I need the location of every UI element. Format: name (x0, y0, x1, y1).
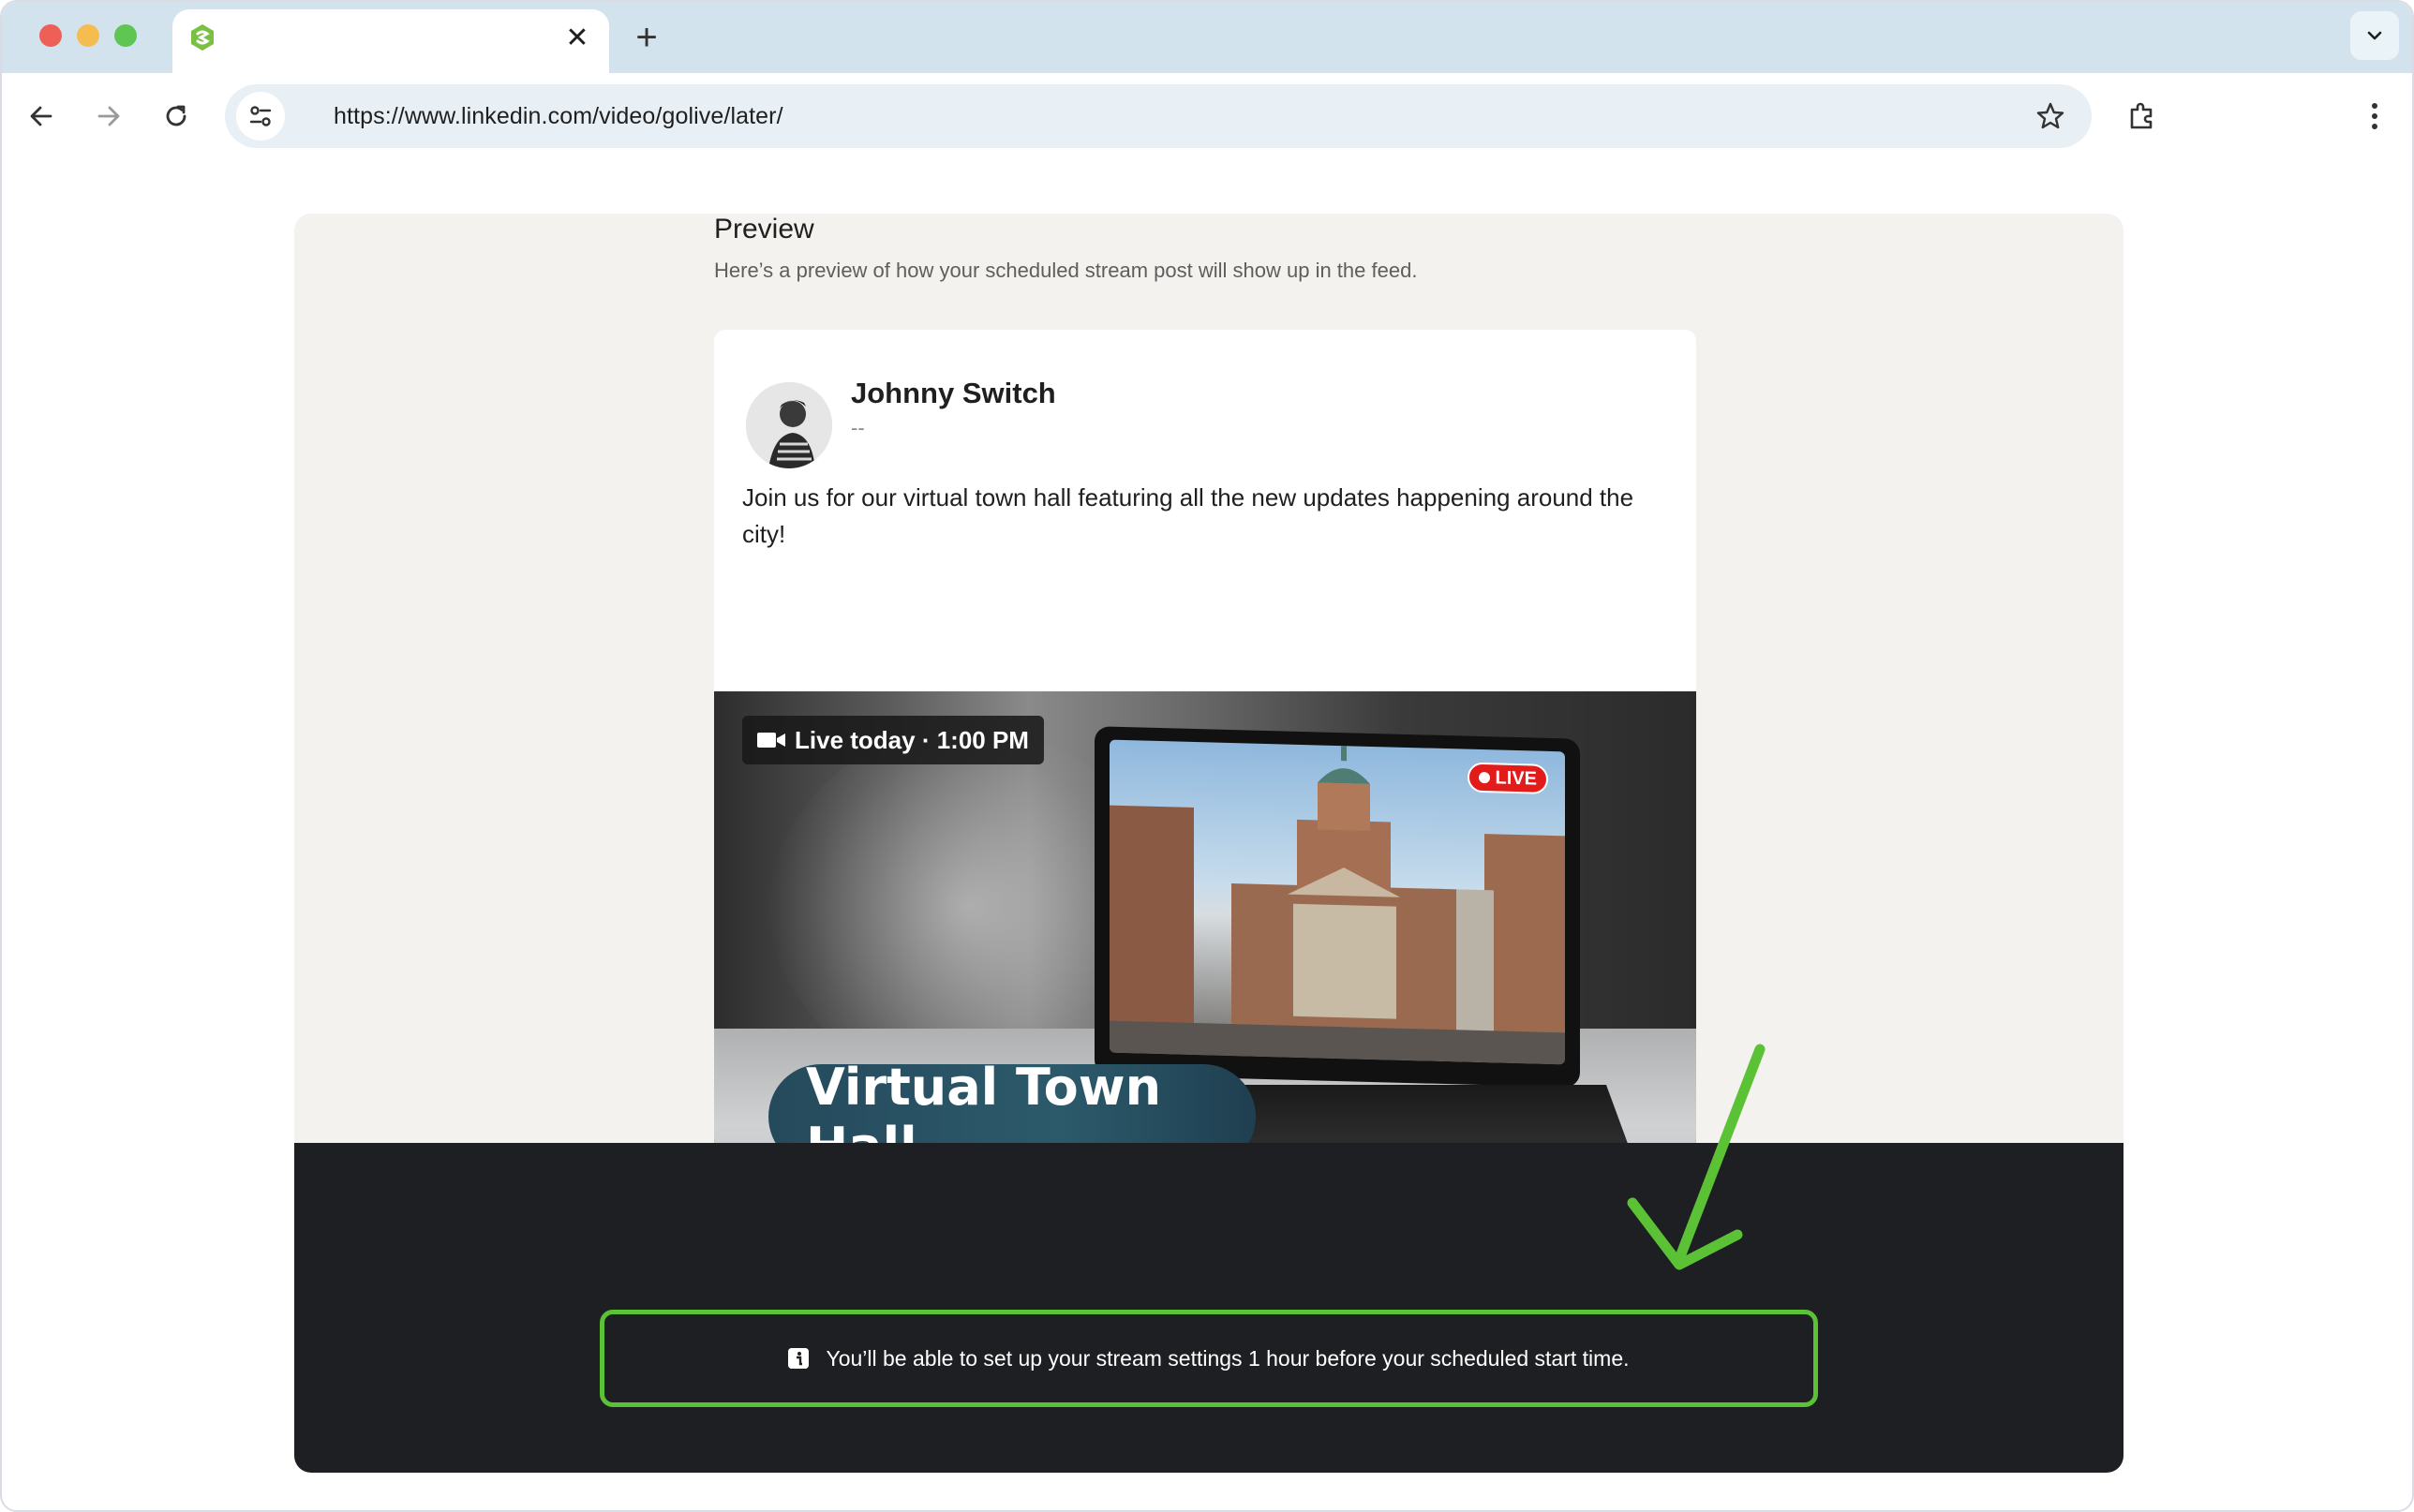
browser-toolbar: https://www.linkedin.com/video/golive/la… (2, 73, 2412, 159)
tab-close-button[interactable]: ✕ (559, 19, 596, 56)
extensions-button[interactable] (2116, 90, 2168, 142)
forward-arrow-icon (97, 106, 120, 126)
app-favicon-icon (191, 24, 214, 51)
banner-title: Virtual Town Hall (768, 1058, 1256, 1150)
back-button[interactable] (15, 90, 67, 142)
feed-post-preview: Johnny Switch -- Join us for our virtual… (714, 330, 1696, 1150)
town-hall-image: LIVE (1110, 739, 1565, 1065)
info-icon (788, 1348, 810, 1369)
laptop-illustration: LIVE (1095, 726, 1580, 1088)
minimize-window-button[interactable] (77, 24, 99, 47)
browser-window: ✕ + https://www.linkedin.com/video/goliv… (0, 0, 2414, 1512)
kebab-menu-icon (2372, 103, 2377, 129)
author-name[interactable]: Johnny Switch (851, 377, 1056, 410)
live-schedule-badge: Live today · 1:00 PM (742, 716, 1044, 764)
star-icon (2036, 102, 2064, 129)
url-text[interactable]: https://www.linkedin.com/video/golive/la… (334, 103, 783, 130)
annotation-arrow-icon (1627, 1044, 1766, 1270)
post-body-text: Join us for our virtual town hall featur… (742, 483, 1634, 548)
site-info-button[interactable] (236, 92, 285, 141)
author-subtitle: -- (851, 416, 865, 439)
live-schedule-text: Live today · 1:00 PM (795, 725, 1029, 754)
footer-band: You’ll be able to set up your stream set… (294, 1143, 2123, 1473)
person-avatar-icon (746, 382, 832, 468)
go-live-later-page: Preview Here’s a preview of how your sch… (294, 214, 2123, 1473)
tab-strip: ✕ + (2, 2, 2412, 73)
reload-icon (166, 105, 186, 126)
tab-search-button[interactable] (2350, 11, 2399, 60)
browser-menu-button[interactable] (2348, 90, 2401, 142)
site-settings-icon (249, 106, 272, 126)
chevron-down-icon (2367, 31, 2382, 40)
extensions-icon (2130, 102, 2153, 129)
preview-title: Preview (714, 214, 814, 245)
stream-thumbnail: LIVE Live today · 1:00 PM Virtual Town H… (714, 691, 1696, 1150)
stream-settings-notice: You’ll be able to set up your stream set… (600, 1310, 1818, 1407)
address-bar[interactable]: https://www.linkedin.com/video/golive/la… (225, 84, 2092, 148)
back-arrow-icon (30, 106, 52, 126)
new-tab-button[interactable]: + (624, 15, 669, 60)
reload-button[interactable] (150, 90, 202, 142)
preview-subtitle: Here’s a preview of how your scheduled s… (714, 259, 1418, 282)
forward-button[interactable] (82, 90, 135, 142)
close-window-button[interactable] (39, 24, 62, 47)
maximize-window-button[interactable] (114, 24, 137, 47)
bookmark-button[interactable] (2030, 96, 2071, 137)
active-tab[interactable]: ✕ (172, 9, 609, 73)
live-indicator: LIVE (1467, 762, 1548, 794)
video-camera-icon (757, 733, 785, 748)
avatar (746, 382, 832, 468)
notice-text: You’ll be able to set up your stream set… (826, 1345, 1630, 1371)
